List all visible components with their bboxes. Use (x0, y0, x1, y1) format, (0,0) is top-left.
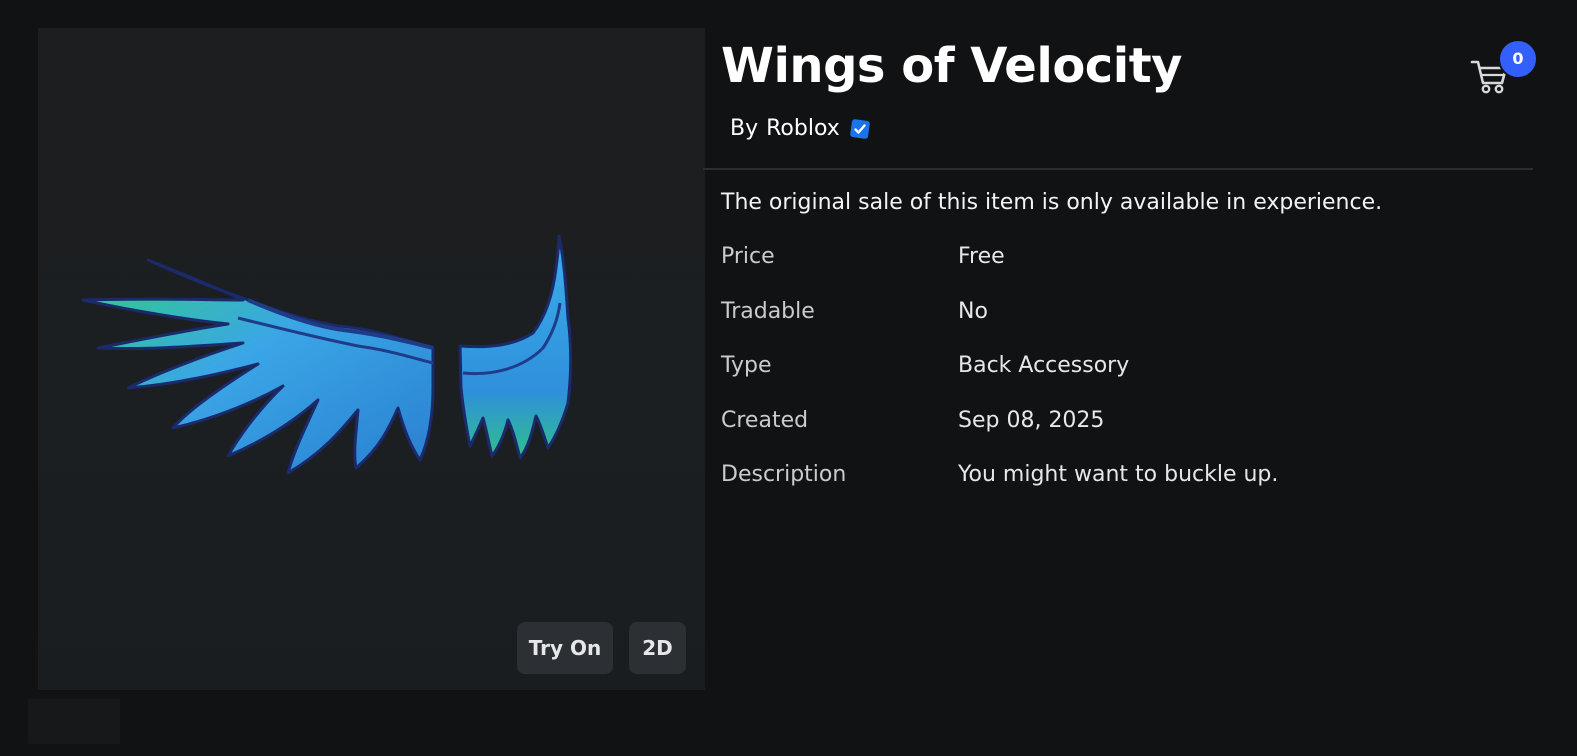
item-preview[interactable]: Try On 2D (38, 28, 705, 690)
creator-link[interactable]: Roblox (766, 116, 840, 141)
detail-label: Tradable (721, 298, 815, 324)
detail-value: Free (958, 244, 1005, 269)
creator-prefix: By (730, 116, 759, 141)
detail-row-type: Type Back Accessory (721, 349, 1521, 404)
detail-value: No (958, 298, 988, 324)
try-on-button[interactable]: Try On (517, 622, 613, 674)
creator-row: By Roblox (730, 116, 872, 141)
cart-count-badge: 0 (1498, 39, 1538, 79)
view-2d-toggle-button[interactable]: 2D (629, 622, 686, 674)
detail-label: Price (721, 244, 775, 269)
detail-label: Type (721, 353, 772, 378)
divider (703, 168, 1533, 170)
detail-row-tradable: Tradable No (721, 295, 1521, 350)
verified-badge-icon (848, 117, 872, 141)
detail-value: Sep 08, 2025 (958, 407, 1105, 433)
detail-row-created: Created Sep 08, 2025 (721, 404, 1521, 459)
item-title: Wings of Velocity (721, 38, 1182, 94)
detail-value: You might want to buckle up. (958, 462, 1279, 487)
detail-value: Back Accessory (958, 353, 1130, 378)
detail-row-price: Price Free (721, 240, 1521, 295)
item-image (81, 234, 573, 475)
detail-label: Created (721, 407, 809, 433)
detail-label: Description (721, 462, 847, 487)
sale-notice: The original sale of this item is only a… (721, 190, 1383, 215)
item-details-page: Try On 2D Wings of Velocity By Roblox 0 … (0, 0, 1577, 756)
item-details-table: Price Free Tradable No Type Back Accesso… (721, 240, 1521, 513)
detail-row-description: Description You might want to buckle up. (721, 458, 1521, 513)
thumbnail-strip[interactable] (28, 699, 120, 744)
